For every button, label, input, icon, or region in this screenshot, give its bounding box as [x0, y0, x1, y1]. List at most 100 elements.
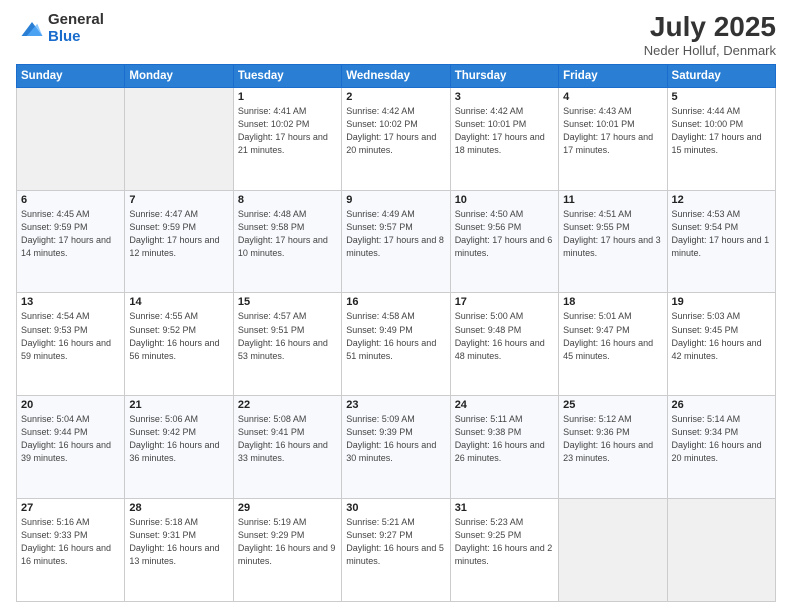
- logo-icon: [18, 15, 46, 43]
- day-number: 5: [672, 91, 771, 103]
- day-number: 12: [672, 194, 771, 206]
- header: General Blue July 2025 Neder Holluf, Den…: [16, 12, 776, 58]
- day-number: 27: [21, 502, 120, 514]
- day-number: 9: [346, 194, 445, 206]
- day-number: 25: [563, 399, 662, 411]
- day-number: 31: [455, 502, 554, 514]
- table-row: 29 Sunrise: 5:19 AMSunset: 9:29 PMDayligh…: [233, 499, 341, 602]
- day-info: Sunrise: 5:03 AMSunset: 9:45 PMDaylight:…: [672, 310, 771, 362]
- day-number: 30: [346, 502, 445, 514]
- day-info: Sunrise: 4:44 AMSunset: 10:00 PMDaylight…: [672, 105, 771, 157]
- table-row: 14 Sunrise: 4:55 AMSunset: 9:52 PMDayligh…: [125, 293, 233, 396]
- table-row: 27 Sunrise: 5:16 AMSunset: 9:33 PMDayligh…: [17, 499, 125, 602]
- day-info: Sunrise: 4:42 AMSunset: 10:01 PMDaylight…: [455, 105, 554, 157]
- day-info: Sunrise: 4:41 AMSunset: 10:02 PMDaylight…: [238, 105, 337, 157]
- day-info: Sunrise: 4:47 AMSunset: 9:59 PMDaylight:…: [129, 208, 228, 260]
- table-row: 30 Sunrise: 5:21 AMSunset: 9:27 PMDayligh…: [342, 499, 450, 602]
- table-row: 3Sunrise: 4:42 AMSunset: 10:01 PMDayligh…: [450, 87, 558, 190]
- day-info: Sunrise: 5:18 AMSunset: 9:31 PMDaylight:…: [129, 516, 228, 568]
- calendar-week-row: 6 Sunrise: 4:45 AMSunset: 9:59 PMDaylight…: [17, 190, 776, 293]
- day-number: 21: [129, 399, 228, 411]
- calendar-week-row: 20Sunrise: 5:04 AMSunset: 9:44 PMDayligh…: [17, 396, 776, 499]
- day-info: Sunrise: 4:51 AMSunset: 9:55 PMDaylight:…: [563, 208, 662, 260]
- day-number: 20: [21, 399, 120, 411]
- day-info: Sunrise: 5:01 AMSunset: 9:47 PMDaylight:…: [563, 310, 662, 362]
- logo-general: General: [48, 12, 104, 29]
- day-number: 8: [238, 194, 337, 206]
- day-number: 16: [346, 296, 445, 308]
- table-row: 18 Sunrise: 5:01 AMSunset: 9:47 PMDayligh…: [559, 293, 667, 396]
- table-row: 7 Sunrise: 4:47 AMSunset: 9:59 PMDaylight…: [125, 190, 233, 293]
- day-number: 23: [346, 399, 445, 411]
- day-number: 4: [563, 91, 662, 103]
- day-number: 28: [129, 502, 228, 514]
- col-thursday: Thursday: [450, 64, 558, 87]
- day-number: 10: [455, 194, 554, 206]
- day-number: 14: [129, 296, 228, 308]
- day-number: 26: [672, 399, 771, 411]
- day-info: Sunrise: 4:42 AMSunset: 10:02 PMDaylight…: [346, 105, 445, 157]
- day-number: 24: [455, 399, 554, 411]
- day-number: 18: [563, 296, 662, 308]
- day-info: Sunrise: 4:49 AMSunset: 9:57 PMDaylight:…: [346, 208, 445, 260]
- day-info: Sunrise: 5:23 AMSunset: 9:25 PMDaylight:…: [455, 516, 554, 568]
- day-info: Sunrise: 5:08 AMSunset: 9:41 PMDaylight:…: [238, 413, 337, 465]
- table-row: [125, 87, 233, 190]
- table-row: 20Sunrise: 5:04 AMSunset: 9:44 PMDayligh…: [17, 396, 125, 499]
- day-number: 13: [21, 296, 120, 308]
- calendar-week-row: 13Sunrise: 4:54 AMSunset: 9:53 PMDayligh…: [17, 293, 776, 396]
- day-info: Sunrise: 5:12 AMSunset: 9:36 PMDaylight:…: [563, 413, 662, 465]
- table-row: 9 Sunrise: 4:49 AMSunset: 9:57 PMDaylight…: [342, 190, 450, 293]
- col-monday: Monday: [125, 64, 233, 87]
- day-number: 15: [238, 296, 337, 308]
- table-row: 23 Sunrise: 5:09 AMSunset: 9:39 PMDayligh…: [342, 396, 450, 499]
- calendar-week-row: 27 Sunrise: 5:16 AMSunset: 9:33 PMDayligh…: [17, 499, 776, 602]
- table-row: 2 Sunrise: 4:42 AMSunset: 10:02 PMDayligh…: [342, 87, 450, 190]
- day-info: Sunrise: 5:16 AMSunset: 9:33 PMDaylight:…: [21, 516, 120, 568]
- day-number: 6: [21, 194, 120, 206]
- day-info: Sunrise: 5:14 AMSunset: 9:34 PMDaylight:…: [672, 413, 771, 465]
- table-row: 5 Sunrise: 4:44 AMSunset: 10:00 PMDayligh…: [667, 87, 775, 190]
- col-sunday: Sunday: [17, 64, 125, 87]
- day-number: 17: [455, 296, 554, 308]
- table-row: 26 Sunrise: 5:14 AMSunset: 9:34 PMDayligh…: [667, 396, 775, 499]
- table-row: 4 Sunrise: 4:43 AMSunset: 10:01 PMDayligh…: [559, 87, 667, 190]
- logo: General Blue: [16, 12, 104, 45]
- table-row: 19 Sunrise: 5:03 AMSunset: 9:45 PMDayligh…: [667, 293, 775, 396]
- title-block: July 2025 Neder Holluf, Denmark: [644, 12, 776, 58]
- day-number: 2: [346, 91, 445, 103]
- table-row: 16 Sunrise: 4:58 AMSunset: 9:49 PMDayligh…: [342, 293, 450, 396]
- table-row: 21Sunrise: 5:06 AMSunset: 9:42 PMDayligh…: [125, 396, 233, 499]
- day-number: 11: [563, 194, 662, 206]
- day-info: Sunrise: 4:58 AMSunset: 9:49 PMDaylight:…: [346, 310, 445, 362]
- day-info: Sunrise: 4:53 AMSunset: 9:54 PMDaylight:…: [672, 208, 771, 260]
- col-saturday: Saturday: [667, 64, 775, 87]
- day-number: 19: [672, 296, 771, 308]
- col-friday: Friday: [559, 64, 667, 87]
- day-number: 22: [238, 399, 337, 411]
- day-info: Sunrise: 5:09 AMSunset: 9:39 PMDaylight:…: [346, 413, 445, 465]
- col-tuesday: Tuesday: [233, 64, 341, 87]
- day-number: 29: [238, 502, 337, 514]
- day-info: Sunrise: 4:43 AMSunset: 10:01 PMDaylight…: [563, 105, 662, 157]
- day-info: Sunrise: 5:19 AMSunset: 9:29 PMDaylight:…: [238, 516, 337, 568]
- page: General Blue July 2025 Neder Holluf, Den…: [0, 0, 792, 612]
- calendar-header-row: Sunday Monday Tuesday Wednesday Thursday…: [17, 64, 776, 87]
- calendar-table: Sunday Monday Tuesday Wednesday Thursday…: [16, 64, 776, 602]
- day-info: Sunrise: 4:45 AMSunset: 9:59 PMDaylight:…: [21, 208, 120, 260]
- day-info: Sunrise: 5:21 AMSunset: 9:27 PMDaylight:…: [346, 516, 445, 568]
- month-title: July 2025: [644, 12, 776, 43]
- table-row: [559, 499, 667, 602]
- table-row: 10Sunrise: 4:50 AMSunset: 9:56 PMDayligh…: [450, 190, 558, 293]
- day-info: Sunrise: 4:57 AMSunset: 9:51 PMDaylight:…: [238, 310, 337, 362]
- table-row: 17Sunrise: 5:00 AMSunset: 9:48 PMDayligh…: [450, 293, 558, 396]
- table-row: 11 Sunrise: 4:51 AMSunset: 9:55 PMDayligh…: [559, 190, 667, 293]
- table-row: 24 Sunrise: 5:11 AMSunset: 9:38 PMDayligh…: [450, 396, 558, 499]
- day-number: 7: [129, 194, 228, 206]
- logo-text: General Blue: [48, 12, 104, 45]
- day-info: Sunrise: 5:11 AMSunset: 9:38 PMDaylight:…: [455, 413, 554, 465]
- table-row: 12 Sunrise: 4:53 AMSunset: 9:54 PMDayligh…: [667, 190, 775, 293]
- day-info: Sunrise: 4:55 AMSunset: 9:52 PMDaylight:…: [129, 310, 228, 362]
- table-row: 13Sunrise: 4:54 AMSunset: 9:53 PMDayligh…: [17, 293, 125, 396]
- table-row: 1Sunrise: 4:41 AMSunset: 10:02 PMDayligh…: [233, 87, 341, 190]
